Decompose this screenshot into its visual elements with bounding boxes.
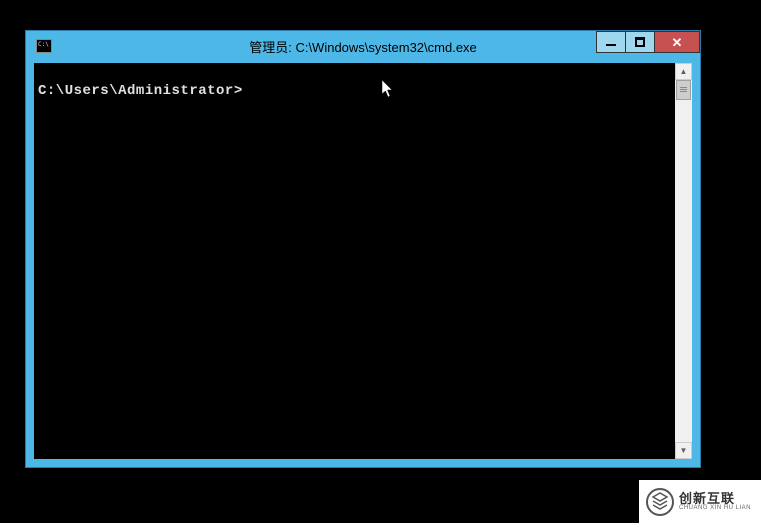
window-controls: ✕ [597,31,700,53]
watermark: 创新互联 CHUANG XIN HU LIAN [639,480,761,523]
close-button[interactable]: ✕ [654,31,700,53]
console-area: C:\Users\Administrator> ▲ ▼ [34,63,692,459]
close-icon: ✕ [672,36,683,49]
scroll-track[interactable] [675,80,692,442]
vertical-scrollbar[interactable]: ▲ ▼ [675,63,692,459]
window-title: 管理员: C:\Windows\system32\cmd.exe [249,37,477,56]
minimize-button[interactable] [596,31,626,53]
watermark-subtitle: CHUANG XIN HU LIAN [679,505,751,511]
prompt-text: C:\Users\Administrator> [38,83,243,99]
watermark-logo-icon [645,487,675,517]
cmd-window: 管理员: C:\Windows\system32\cmd.exe ✕ C:\Us… [25,30,701,468]
scroll-thumb[interactable] [676,80,691,100]
console-content[interactable]: C:\Users\Administrator> [34,63,675,459]
scroll-down-button[interactable]: ▼ [675,442,692,459]
watermark-text: 创新互联 CHUANG XIN HU LIAN [679,492,751,511]
cmd-icon [36,39,52,53]
maximize-button[interactable] [625,31,655,53]
titlebar[interactable]: 管理员: C:\Windows\system32\cmd.exe ✕ [26,31,700,61]
maximize-icon [635,37,645,47]
scroll-up-button[interactable]: ▲ [675,63,692,80]
watermark-brand: 创新互联 [679,492,751,505]
minimize-icon [606,44,616,46]
